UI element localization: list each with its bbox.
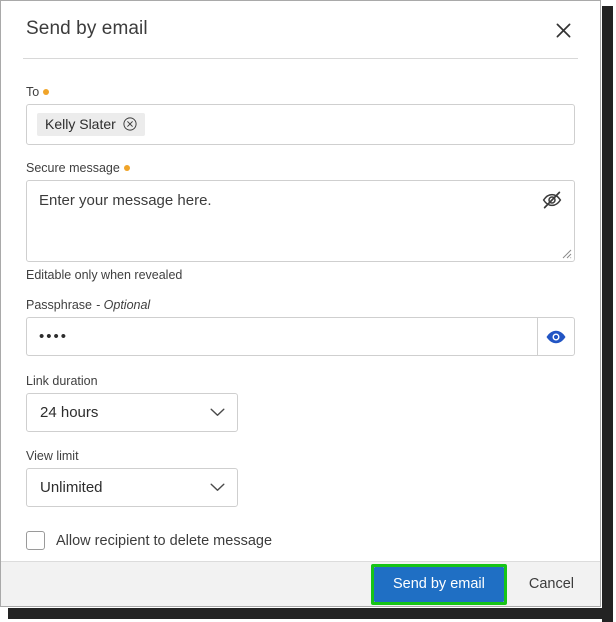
send-by-email-button[interactable]: Send by email: [373, 566, 504, 602]
secure-message-label-text: Secure message: [26, 161, 120, 175]
send-button-highlight: Send by email: [370, 563, 507, 605]
recipient-chip-label: Kelly Slater: [45, 116, 116, 132]
link-duration-group: Link duration 24 hours: [26, 374, 575, 432]
passphrase-group: Passphrase - Optional ••••: [26, 298, 575, 356]
send-by-email-dialog: Send by email To Kelly Slater Secure mes…: [0, 0, 601, 607]
eye-off-icon[interactable]: [540, 189, 564, 211]
link-duration-label: Link duration: [26, 374, 98, 388]
passphrase-row: ••••: [26, 317, 575, 356]
passphrase-label: Passphrase - Optional: [26, 298, 575, 312]
eye-icon[interactable]: [537, 317, 575, 356]
allow-delete-label: Allow recipient to delete message: [56, 532, 273, 549]
required-marker-icon: [123, 165, 130, 171]
window-shadow-bottom: [8, 608, 613, 619]
view-limit-select[interactable]: Unlimited: [26, 468, 238, 507]
secure-message-helper-text: Editable only when revealed: [26, 268, 183, 282]
to-label: To: [26, 85, 575, 99]
view-limit-group: View limit Unlimited: [26, 449, 575, 507]
required-marker-icon: [43, 89, 50, 95]
chevron-down-icon: [210, 408, 225, 416]
chevron-down-icon: [210, 483, 225, 491]
secure-message-input[interactable]: Enter your message here.: [26, 180, 575, 262]
allow-delete-option[interactable]: Allow recipient to delete message: [26, 531, 272, 550]
view-limit-value: Unlimited: [40, 479, 103, 496]
link-duration-value: 24 hours: [40, 404, 99, 421]
passphrase-label-text: Passphrase: [26, 298, 93, 312]
dialog-header: Send by email: [1, 1, 600, 59]
passphrase-optional-tag: - Optional: [96, 298, 151, 312]
secure-message-placeholder: Enter your message here.: [39, 192, 212, 209]
page-title: Send by email: [26, 18, 148, 39]
allow-delete-checkbox[interactable]: [26, 531, 45, 550]
cancel-button[interactable]: Cancel: [525, 570, 578, 598]
dialog-body: To Kelly Slater Secure message Enter you…: [1, 58, 600, 561]
link-duration-select[interactable]: 24 hours: [26, 393, 238, 432]
dialog-footer: Send by email Cancel: [1, 561, 600, 606]
close-icon[interactable]: [548, 15, 578, 45]
to-label-text: To: [26, 85, 40, 99]
passphrase-input[interactable]: ••••: [26, 317, 537, 356]
circle-x-icon[interactable]: [123, 117, 137, 131]
recipient-chip[interactable]: Kelly Slater: [37, 113, 145, 136]
secure-message-label: Secure message: [26, 161, 575, 175]
resize-handle[interactable]: [560, 247, 572, 259]
to-input[interactable]: Kelly Slater: [26, 104, 575, 145]
secure-message-group: Secure message Enter your message here. …: [26, 161, 575, 282]
to-field-group: To Kelly Slater: [26, 58, 575, 145]
window-shadow-right: [602, 6, 613, 622]
view-limit-label: View limit: [26, 449, 79, 463]
